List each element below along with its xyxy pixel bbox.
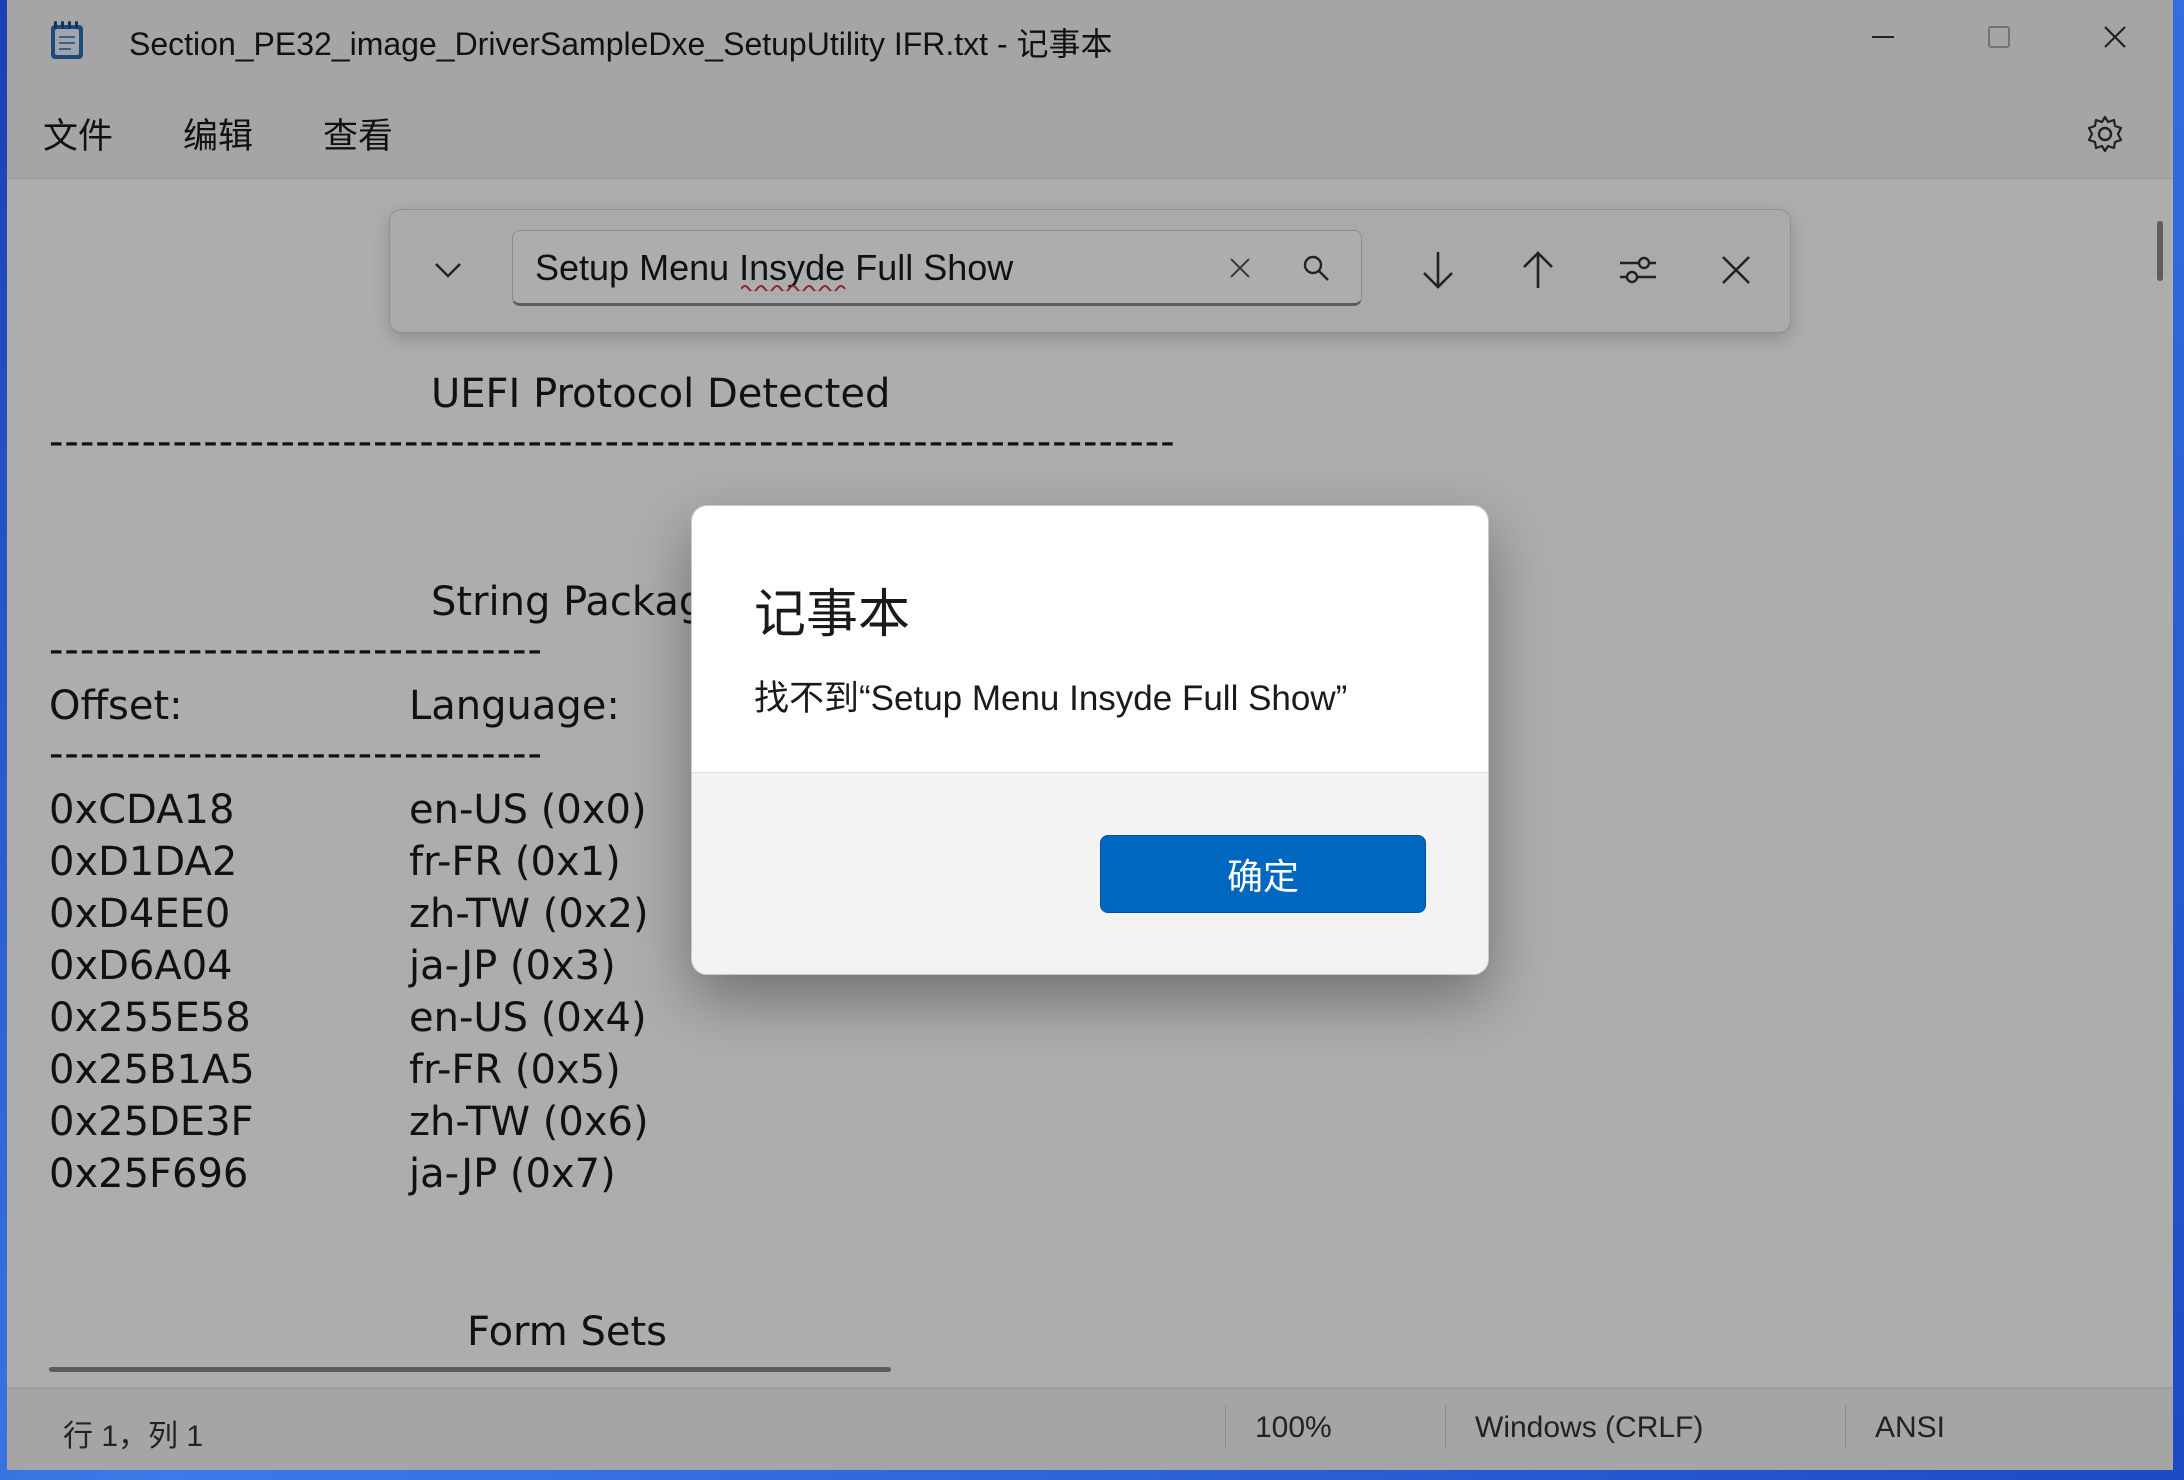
dialog-message: 找不到“Setup Menu Insyde Full Show” [754, 679, 1348, 718]
ok-button[interactable]: 确定 [1100, 835, 1426, 913]
dialog-title: 记事本 [754, 586, 911, 644]
message-dialog: 记事本 找不到“Setup Menu Insyde Full Show” 确定 [691, 505, 1489, 975]
dialog-footer: 确定 [692, 772, 1488, 974]
